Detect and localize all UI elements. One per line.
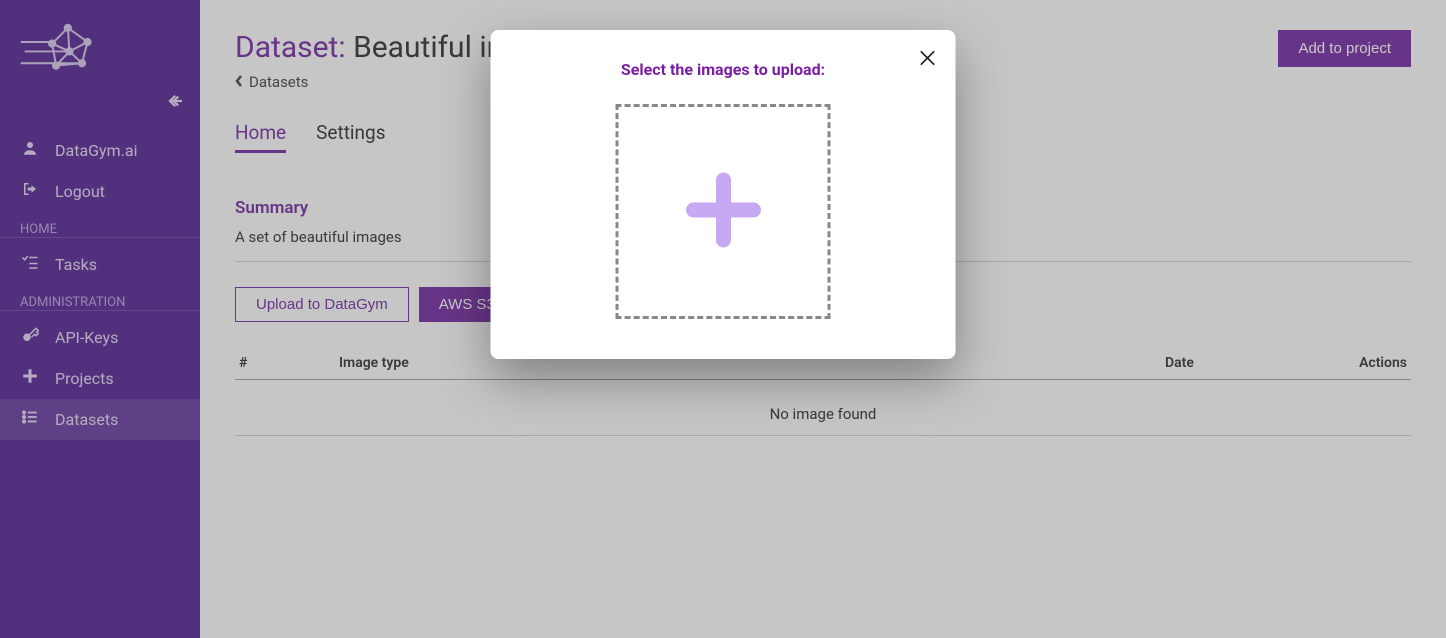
close-icon[interactable] (918, 48, 938, 68)
modal-title: Select the images to upload: (521, 60, 926, 79)
plus-icon (678, 165, 768, 259)
upload-modal: Select the images to upload: (491, 30, 956, 359)
upload-dropzone[interactable] (616, 104, 831, 319)
